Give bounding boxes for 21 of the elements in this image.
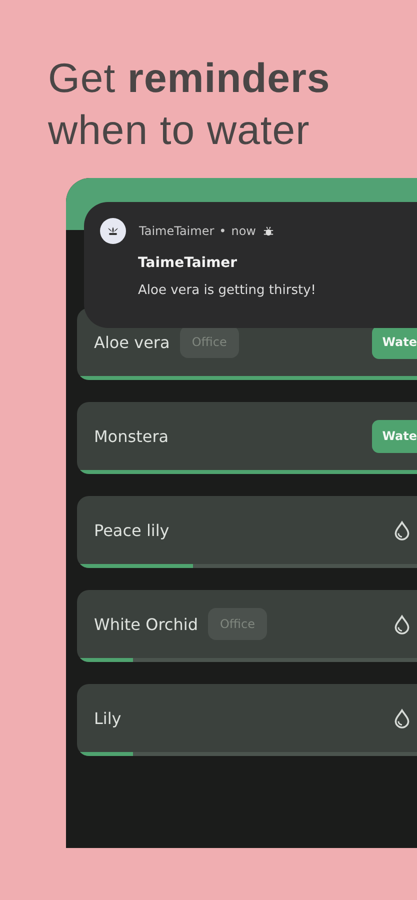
plant-name: Peace lily <box>94 520 170 540</box>
water-drop-icon <box>393 708 411 728</box>
plant-name: Lily <box>94 708 122 728</box>
plant-name: White Orchid <box>94 614 198 634</box>
app-name: TaimeTaimer <box>139 224 214 238</box>
headline-text: Get reminders <box>48 54 330 103</box>
water-drop-icon <box>393 520 411 540</box>
plant-card[interactable]: Monstera Wate <box>77 402 417 474</box>
notification-card[interactable]: TaimeTaimer • now TaimeTaimer Aloe vera is getting thirsty! <box>84 202 417 328</box>
water-drop-icon <box>393 614 411 634</box>
headline-text: when to water <box>48 106 310 155</box>
app-icon <box>100 218 126 244</box>
notification-message: Aloe vera is getting thirsty! <box>138 283 316 298</box>
notification-title: TaimeTaimer <box>138 255 238 271</box>
bug-icon <box>262 226 274 236</box>
separator-dot: • <box>219 224 226 238</box>
plant-name: Aloe vera <box>94 332 170 352</box>
plant-card[interactable]: Lily <box>77 684 417 756</box>
plant-card[interactable]: Peace lily <box>77 496 417 568</box>
notification-time: now <box>231 224 256 238</box>
plant-name: Monstera <box>94 426 169 446</box>
